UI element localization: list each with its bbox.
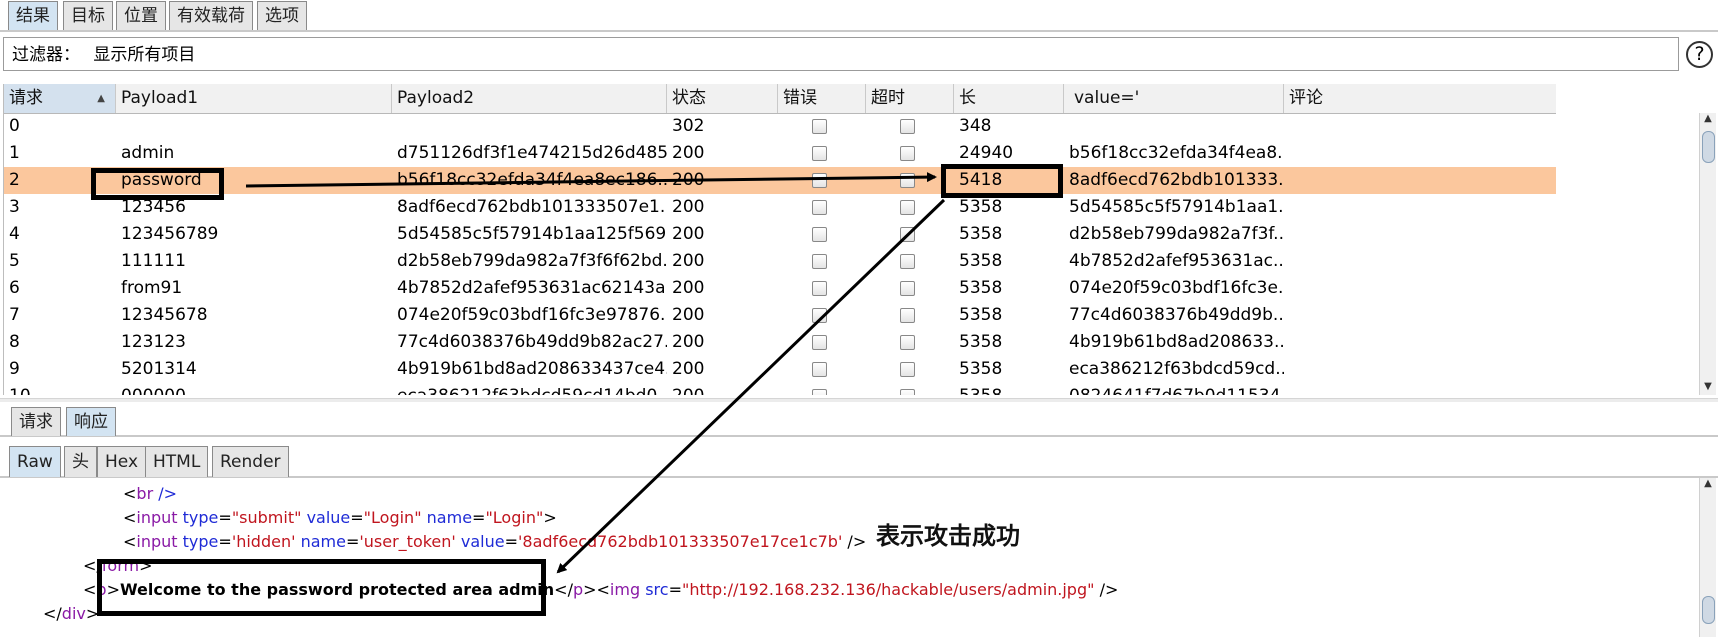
- arrow-to-length: [245, 172, 937, 188]
- annotation-arrows: [245, 172, 946, 574]
- arrow-to-welcome: [556, 198, 946, 574]
